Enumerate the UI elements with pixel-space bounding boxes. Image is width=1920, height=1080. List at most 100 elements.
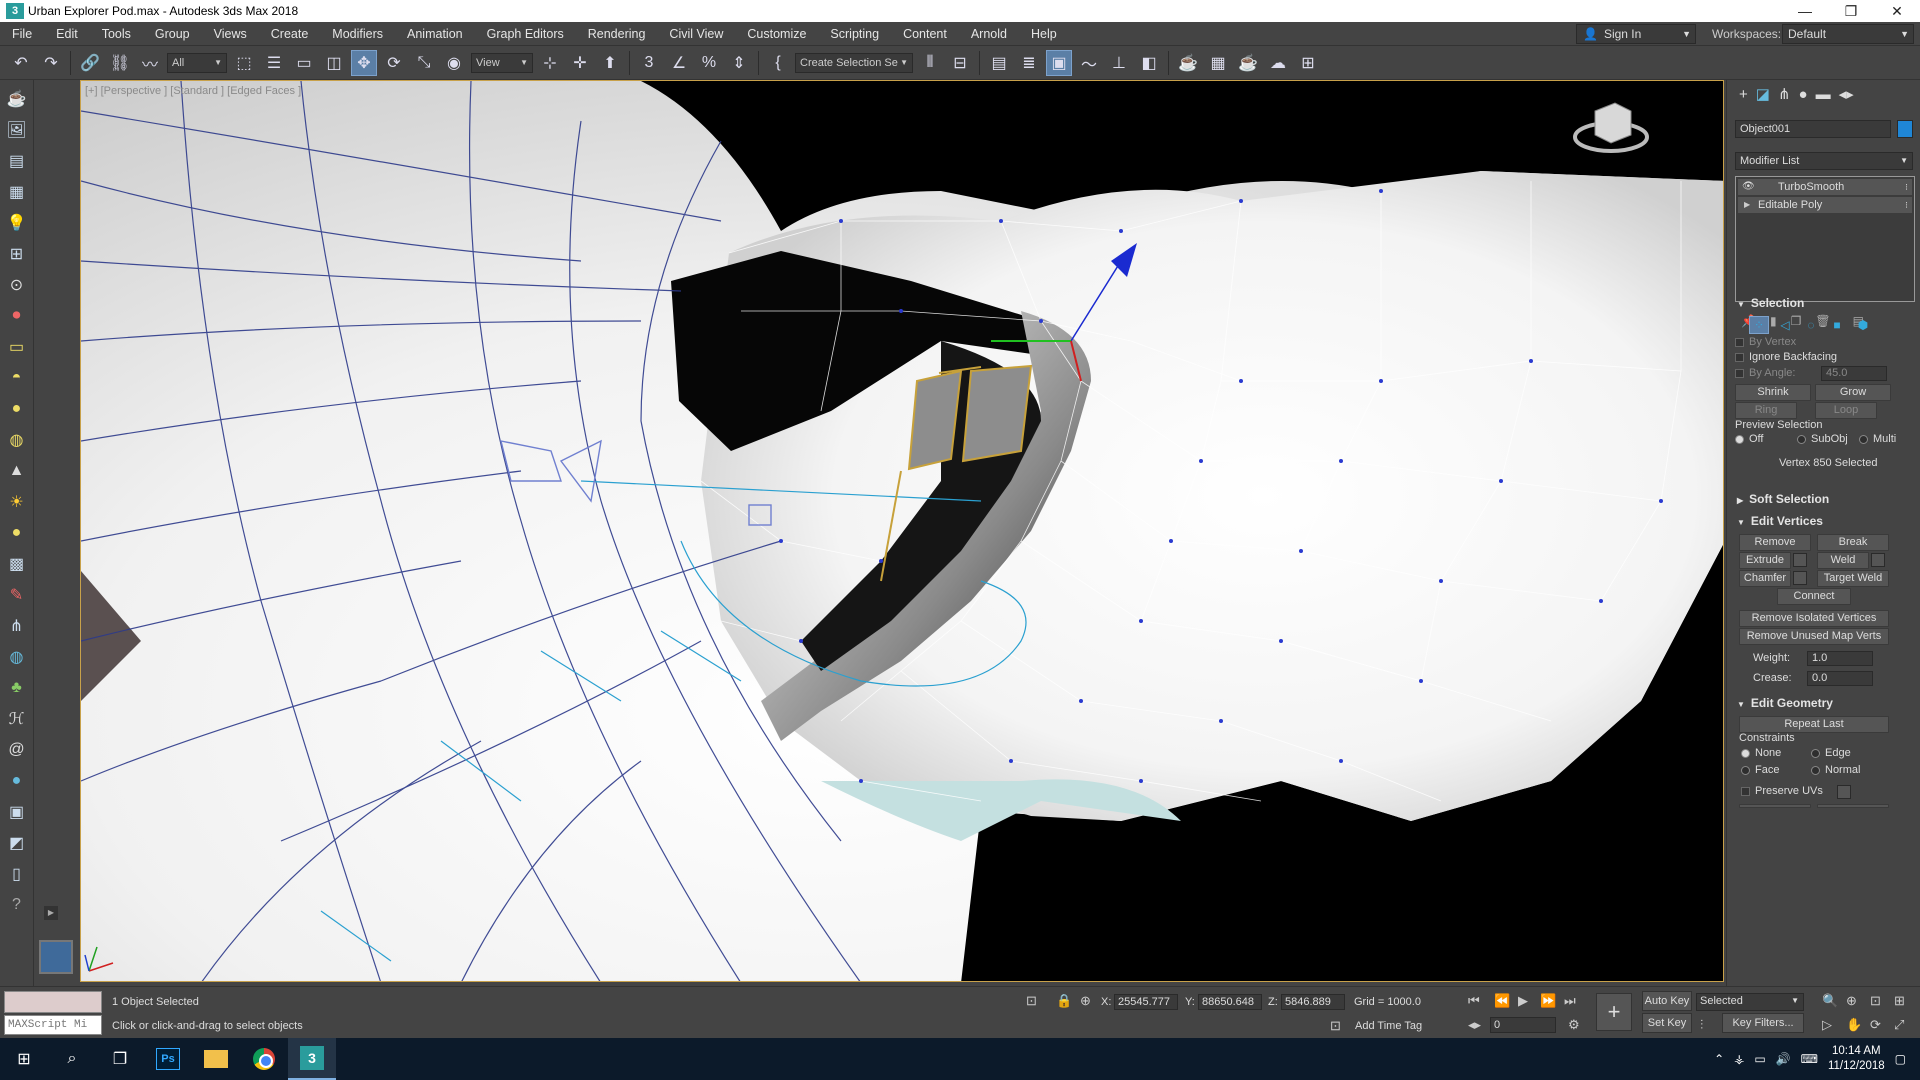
menu-help[interactable]: Help xyxy=(1019,22,1069,46)
key-target-select[interactable]: Selected ▼ xyxy=(1696,993,1804,1011)
hierarchy-tab-icon[interactable]: ⋔ xyxy=(1778,85,1791,103)
set-key-big-icon[interactable]: + xyxy=(1596,993,1632,1031)
menu-scripting[interactable]: Scripting xyxy=(818,22,891,46)
selection-filter-select[interactable]: All ▼ xyxy=(167,52,227,73)
constraint-face-radio[interactable] xyxy=(1741,766,1750,775)
keyboard-icon[interactable]: ⌨ xyxy=(1801,1052,1818,1066)
connect-button[interactable]: Connect xyxy=(1777,588,1851,605)
placement-icon[interactable]: ◉ xyxy=(441,50,467,76)
workspace-select[interactable]: Default ▼ xyxy=(1782,24,1914,44)
reference-coord-select[interactable]: View ▼ xyxy=(471,52,533,73)
polygon-mode-icon[interactable]: ■ xyxy=(1827,316,1847,334)
orbit-icon[interactable]: ⟳ xyxy=(1870,1017,1881,1033)
target-weld-button[interactable]: Target Weld xyxy=(1817,570,1889,587)
rotate-icon[interactable]: ⟳ xyxy=(381,50,407,76)
sphere-icon[interactable]: ● xyxy=(5,396,29,422)
absolute-mode-icon[interactable]: ⊕ xyxy=(1080,993,1091,1009)
weld-button[interactable]: Weld xyxy=(1817,552,1869,569)
sky-sphere-icon[interactable]: ● xyxy=(5,768,29,794)
viewport-layout-icon[interactable] xyxy=(39,940,73,974)
menu-file[interactable]: File xyxy=(0,22,44,46)
scene-explorer-icon[interactable]: ▣ xyxy=(1046,49,1072,76)
spinner-snap-icon[interactable]: ⇕ xyxy=(726,50,752,76)
remove-isolated-button[interactable]: Remove Isolated Vertices xyxy=(1739,610,1889,627)
stack-item-editable-poly[interactable]: ▶ Editable Poly ⁝ xyxy=(1738,197,1912,213)
sun-icon[interactable]: ☀ xyxy=(5,489,29,515)
menu-create[interactable]: Create xyxy=(259,22,321,46)
menu-group[interactable]: Group xyxy=(143,22,202,46)
unlink-icon[interactable]: ⛓ xyxy=(107,50,133,76)
close-button[interactable]: ✕ xyxy=(1874,0,1920,22)
render-to-texture-icon[interactable]: ▣ xyxy=(5,799,29,825)
menu-modifiers[interactable]: Modifiers xyxy=(320,22,395,46)
by-angle-spinner[interactable]: 45.0 xyxy=(1821,366,1887,381)
image-icon[interactable]: 🖼 xyxy=(5,117,29,143)
bones-icon[interactable]: ✎ xyxy=(5,582,29,608)
frame-field[interactable]: 0 xyxy=(1490,1017,1556,1033)
chevron-up-icon[interactable]: ⌃ xyxy=(1714,1052,1724,1066)
keyboard-shortcut-icon[interactable]: ⬆ xyxy=(597,50,623,76)
maximize-viewport-icon[interactable]: ⤢ xyxy=(1894,1017,1904,1033)
chamfer-settings-button[interactable] xyxy=(1793,571,1807,585)
named-selection-select[interactable]: Create Selection Se ▼ xyxy=(795,52,913,73)
zoom-extents-icon[interactable]: ⊡ xyxy=(1870,993,1881,1009)
expand-arrow-icon[interactable]: ▶ xyxy=(1744,197,1750,213)
key-mode-icon[interactable]: ◂▸ xyxy=(1468,1017,1481,1033)
percent-snap-icon[interactable]: % xyxy=(696,50,722,76)
zoom-all-icon[interactable]: ⊕ xyxy=(1846,993,1857,1009)
bind-space-warp-icon[interactable]: 〰 xyxy=(137,50,163,76)
y-coordinate-field[interactable]: 88650.648 xyxy=(1198,994,1262,1010)
create-button[interactable]: Create xyxy=(1739,804,1811,808)
display-icon[interactable]: ▭ xyxy=(1754,1052,1765,1066)
z-coordinate-field[interactable]: 5846.889 xyxy=(1281,994,1345,1010)
chamfer-button[interactable]: Chamfer xyxy=(1739,570,1791,587)
menu-content[interactable]: Content xyxy=(891,22,959,46)
volume-icon[interactable]: 🔊 xyxy=(1776,1052,1791,1066)
snap-toggle-icon[interactable]: 3 xyxy=(636,50,662,76)
sphere-yellow-icon[interactable]: ● xyxy=(5,520,29,546)
move-icon[interactable]: ✥ xyxy=(351,49,377,76)
hemisphere-icon[interactable]: ◓ xyxy=(5,365,29,391)
maximize-button[interactable]: ❐ xyxy=(1828,0,1874,22)
dummy-icon[interactable]: ⊞ xyxy=(5,241,29,267)
list-icon[interactable]: ▤ xyxy=(5,148,29,174)
collapse-button[interactable]: Collapse xyxy=(1817,804,1889,808)
by-angle-checkbox[interactable] xyxy=(1735,369,1744,378)
lock-icon[interactable]: 🔒 xyxy=(1056,993,1072,1009)
menu-civil-view[interactable]: Civil View xyxy=(657,22,735,46)
windows-start-icon[interactable]: ⊞ xyxy=(0,1038,48,1080)
key-filters-button[interactable]: Key Filters... xyxy=(1722,1013,1804,1033)
modifier-list-dropdown[interactable]: Modifier List ▼ xyxy=(1735,152,1913,170)
ignore-backfacing-checkbox[interactable] xyxy=(1735,353,1744,362)
menu-graph-editors[interactable]: Graph Editors xyxy=(475,22,576,46)
mirror-icon[interactable]: ⫴ xyxy=(917,50,943,76)
chrome-taskbar-button[interactable] xyxy=(240,1038,288,1080)
next-frame-icon[interactable]: ⏩ xyxy=(1540,993,1556,1009)
render-cloud-icon[interactable]: ☁ xyxy=(1265,50,1291,76)
menu-rendering[interactable]: Rendering xyxy=(576,22,658,46)
edge-mode-icon[interactable]: ◁ xyxy=(1775,316,1795,334)
notifications-icon[interactable]: ▢ xyxy=(1895,1052,1906,1066)
constraint-normal-radio[interactable] xyxy=(1811,766,1820,775)
loop-button[interactable]: Loop xyxy=(1815,402,1877,419)
preserve-uvs-settings-button[interactable] xyxy=(1837,785,1851,799)
grow-button[interactable]: Grow xyxy=(1815,384,1891,401)
object-color-swatch[interactable] xyxy=(1897,120,1913,138)
sign-in-dropdown[interactable]: 👤 Sign In ▼ xyxy=(1576,24,1696,44)
3dsmax-taskbar-button[interactable]: 3 xyxy=(288,1038,336,1080)
material-editor-icon[interactable]: ◧ xyxy=(1136,50,1162,76)
render-production-icon[interactable]: ☕ xyxy=(1235,50,1261,76)
menu-animation[interactable]: Animation xyxy=(395,22,475,46)
ring-button[interactable]: Ring xyxy=(1735,402,1797,419)
soft-selection-rollout-header[interactable]: ▶ Soft Selection xyxy=(1729,490,1919,508)
render-setup-icon[interactable]: ☕ xyxy=(1175,50,1201,76)
display-tab-icon[interactable]: ▬ xyxy=(1816,86,1831,103)
break-button[interactable]: Break xyxy=(1817,534,1889,551)
rollout-icon[interactable]: ◩ xyxy=(5,830,29,856)
cone-icon[interactable]: ▲ xyxy=(5,458,29,484)
set-key-button[interactable]: Set Key xyxy=(1642,1013,1692,1033)
previous-frame-icon[interactable]: ⏪ xyxy=(1494,993,1510,1009)
select-by-name-icon[interactable]: ☰ xyxy=(261,50,287,76)
menu-customize[interactable]: Customize xyxy=(735,22,818,46)
edit-vertices-rollout-header[interactable]: ▼ Edit Vertices xyxy=(1729,512,1919,530)
